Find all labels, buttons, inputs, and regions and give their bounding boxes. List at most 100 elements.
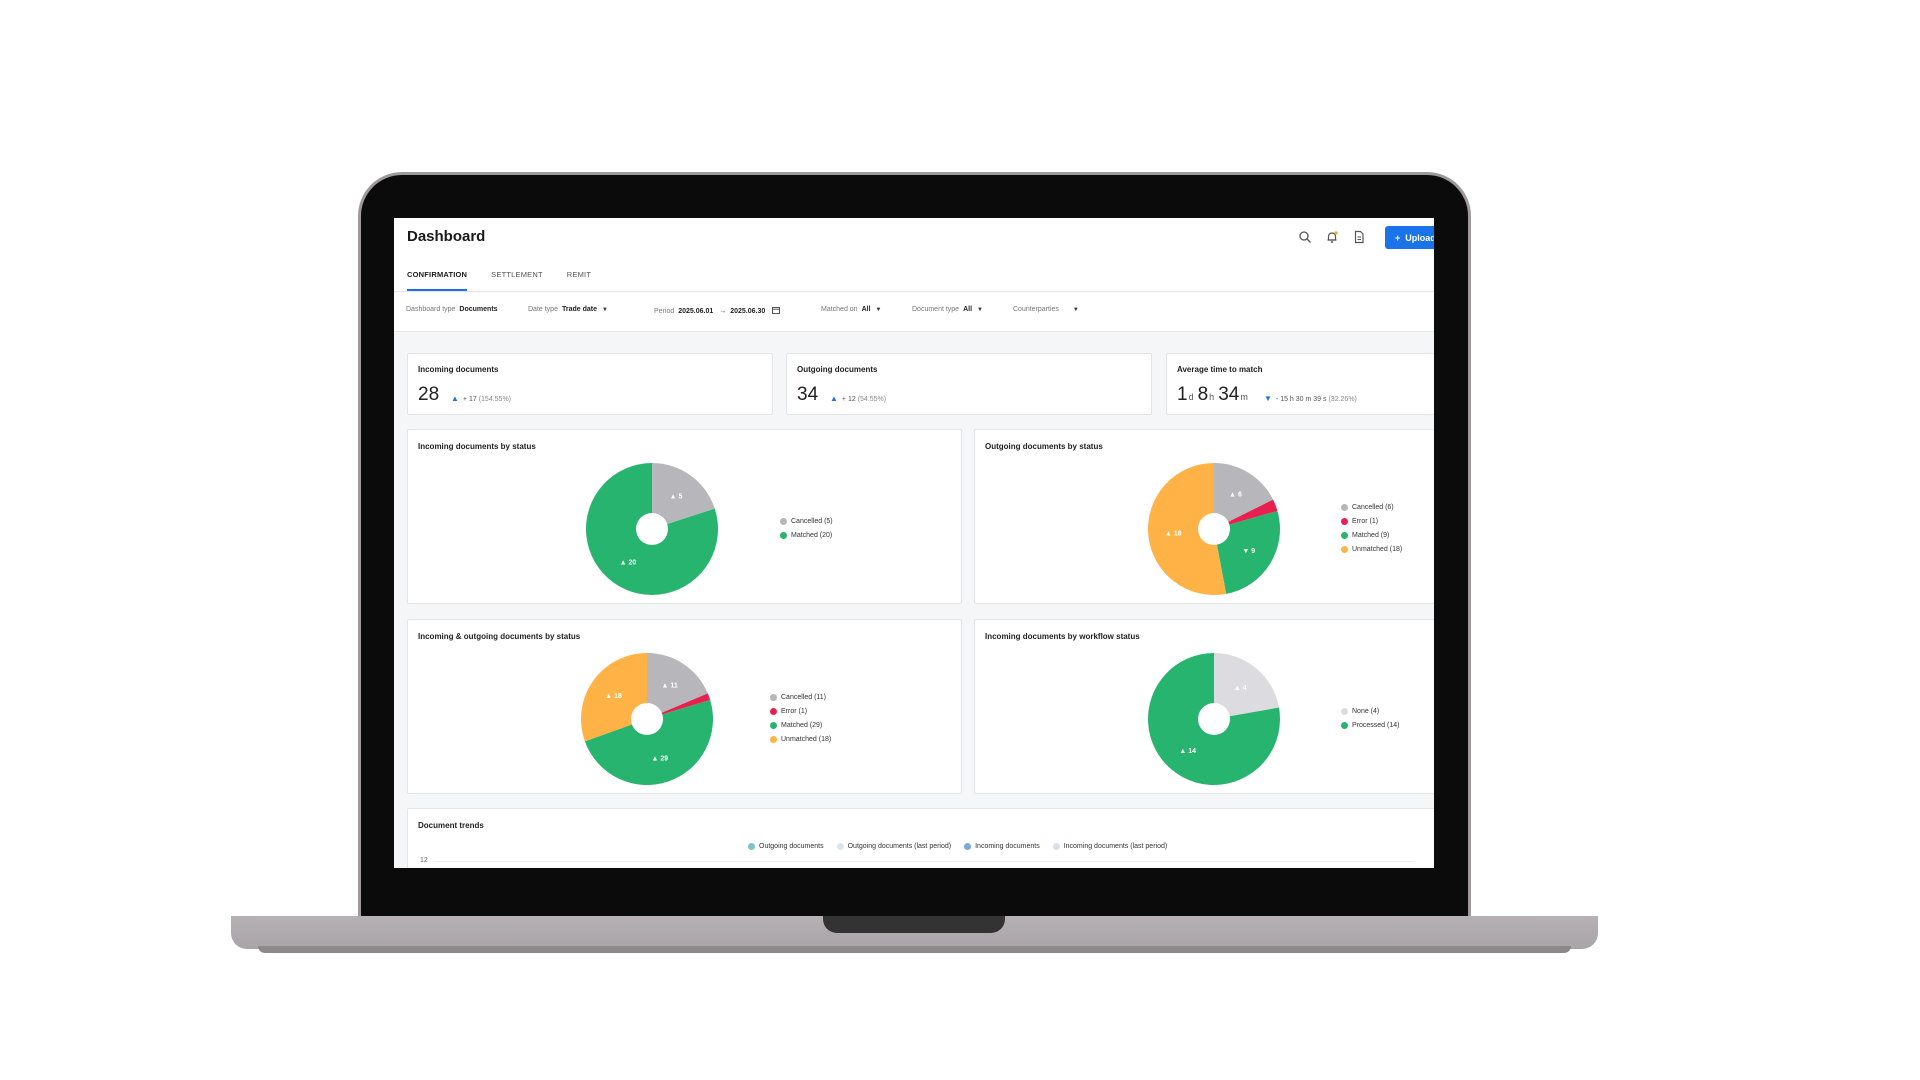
legend-label: Matched (29) — [781, 721, 823, 729]
arrow-up-icon: ▲ — [830, 394, 838, 403]
legend-dot — [1341, 707, 1348, 715]
period-end: 2025.06.30 — [730, 308, 766, 315]
legend-item[interactable]: Matched (29) — [770, 718, 831, 732]
legend-dot — [964, 843, 972, 850]
legend-workflow-status: None (4) Processed (14) — [1341, 704, 1399, 732]
legend-item[interactable]: Error (1) — [1341, 514, 1402, 528]
document-icon[interactable] — [1352, 230, 1366, 244]
upload-label: Upload — [1405, 232, 1434, 243]
panel-title: Outgoing documents by status — [985, 442, 1103, 451]
calendar-icon[interactable] — [772, 306, 781, 314]
kpi-card-outgoing: Outgoing documents 34 ▲ + 12 (54.55%) — [786, 353, 1152, 415]
kpi-value: 28 — [418, 384, 440, 405]
legend-dot — [780, 531, 787, 539]
legend-item[interactable]: Matched (9) — [1341, 528, 1402, 542]
kpi-delta-value: + 12 — [841, 396, 856, 403]
legend-label: Cancelled (6) — [1352, 503, 1394, 511]
notification-bell-icon[interactable] — [1325, 230, 1339, 244]
kpi-value: 1d 8h 34m — [1177, 384, 1252, 406]
filter-matched-on[interactable]: Matched on All ▼ — [821, 306, 882, 313]
filter-document-type[interactable]: Document type All ▼ — [912, 306, 983, 313]
filter-dashboard-type[interactable]: Dashboard type Documents — [406, 306, 498, 313]
legend-label: Processed (14) — [1352, 721, 1400, 729]
filter-date-type[interactable]: Date type Trade date ▼ — [528, 306, 608, 313]
chevron-down-icon: ▼ — [875, 307, 882, 313]
legend-item[interactable]: Cancelled (11) — [770, 690, 831, 704]
legend-label: Unmatched (18) — [1352, 545, 1403, 553]
arrow-right-icon: → — [719, 308, 727, 315]
legend-item[interactable]: Unmatched (18) — [770, 732, 831, 746]
legend-item[interactable]: None (4) — [1341, 704, 1399, 718]
tab-settlement[interactable]: SETTLEMENT — [491, 270, 543, 291]
legend-item[interactable]: Processed (14) — [1341, 718, 1399, 732]
legend-dot — [836, 843, 844, 850]
pie-slice-label: ▲ 11 — [661, 682, 677, 689]
kpi-delta: ▲ + 17 (154.55%) — [451, 394, 511, 403]
kpi-card-avg-time: Average time to match 1d 8h 34m ▼ - 15 h 30… — [1166, 353, 1434, 415]
kpi-delta: ▼ - 15 h 30 m 39 s (32.26%) — [1264, 394, 1357, 403]
kpi-delta-pct: (54.55%) — [857, 396, 887, 403]
filter-period[interactable]: Period 2025.06.01 → 2025.06.30 — [654, 306, 781, 315]
legend-item[interactable]: Cancelled (6) — [1341, 500, 1402, 514]
filter-counterparties[interactable]: Counterparties ▼ — [1013, 306, 1079, 313]
legend-item[interactable]: Error (1) — [770, 704, 831, 718]
legend-dot — [770, 707, 777, 715]
filter-label: Date type — [528, 306, 558, 313]
plus-icon: + — [1395, 232, 1401, 243]
pie-slice-label: ▲ 20 — [620, 560, 637, 567]
filter-label: Document type — [912, 306, 960, 313]
dashboard-screen: Dashboard + Upload CONFIRMATION SETTLEME… — [394, 218, 1434, 868]
pie-in-out-by-status: ▲ 11 ▲ 29 ▲ 18 — [581, 653, 713, 785]
pie-workflow-status: ▲ 4 ▲ 14 — [1148, 653, 1280, 785]
legend-label: Cancelled (11) — [781, 693, 827, 701]
filter-label: Dashboard type — [406, 306, 456, 313]
legend-label: Incoming documents (last period) — [1063, 843, 1168, 850]
filter-value: Trade date — [561, 306, 597, 313]
search-icon[interactable] — [1298, 230, 1312, 244]
hours-unit: h — [1209, 392, 1215, 402]
tab-confirmation[interactable]: CONFIRMATION — [407, 270, 468, 291]
legend-label: Outgoing documents — [759, 843, 824, 850]
kpi-delta-value: - 15 h 30 m 39 s — [1275, 396, 1327, 403]
legend-label: Matched (9) — [1352, 531, 1390, 539]
legend-item[interactable]: Incoming documents (last period) — [1052, 843, 1168, 850]
legend-item[interactable]: Unmatched (18) — [1341, 542, 1402, 556]
arrow-down-icon: ▼ — [1264, 394, 1272, 403]
panel-in-out-by-status: Incoming & outgoing documents by status … — [407, 619, 962, 794]
legend-dot — [1341, 721, 1348, 729]
avg-days: 1 — [1177, 384, 1188, 405]
legend-item[interactable]: Matched (20) — [780, 528, 833, 542]
legend-item[interactable]: Incoming documents — [964, 843, 1040, 850]
upload-button[interactable]: + Upload — [1385, 226, 1434, 249]
kpi-delta-pct: (32.26%) — [1328, 396, 1357, 403]
panel-workflow-status: Incoming documents by workflow status ▲ … — [974, 619, 1434, 794]
panel-title: Incoming documents by status — [418, 442, 536, 451]
legend-dot — [780, 517, 787, 525]
legend-label: Matched (20) — [791, 531, 833, 539]
legend-dot — [1052, 843, 1060, 850]
kpi-title: Incoming documents — [418, 365, 499, 374]
legend-item[interactable]: Outgoing documents — [748, 843, 824, 850]
legend-item[interactable]: Outgoing documents (last period) — [836, 843, 951, 850]
panel-incoming-by-status: Incoming documents by status ▲ 5 ▲ 20 Can… — [407, 429, 962, 604]
pie-center-hole — [1198, 513, 1230, 545]
grid-line — [434, 861, 1414, 862]
tab-remit[interactable]: REMIT — [567, 270, 591, 291]
chevron-down-icon: ▼ — [977, 307, 983, 313]
pie-center-hole — [1198, 703, 1230, 735]
kpi-card-incoming: Incoming documents 28 ▲ + 17 (154.55%) — [407, 353, 773, 415]
legend-dot — [770, 721, 777, 729]
laptop-notch — [823, 916, 1005, 933]
filter-value: All — [963, 306, 973, 313]
legend-item[interactable]: Cancelled (5) — [780, 514, 833, 528]
legend-incoming-by-status: Cancelled (5) Matched (20) — [780, 514, 833, 542]
legend-dot — [770, 693, 777, 701]
top-bar: Dashboard + Upload CONFIRMATION SETTLEME… — [394, 218, 1434, 292]
pie-slice-label: ▲ 5 — [670, 493, 683, 500]
laptop-base-shadow — [258, 946, 1571, 953]
legend-dot — [770, 735, 777, 743]
kpi-delta-value: + 17 — [462, 396, 477, 403]
legend-label: Error (1) — [781, 707, 808, 715]
legend-label: None (4) — [1352, 707, 1380, 715]
page-title: Dashboard — [407, 228, 486, 245]
